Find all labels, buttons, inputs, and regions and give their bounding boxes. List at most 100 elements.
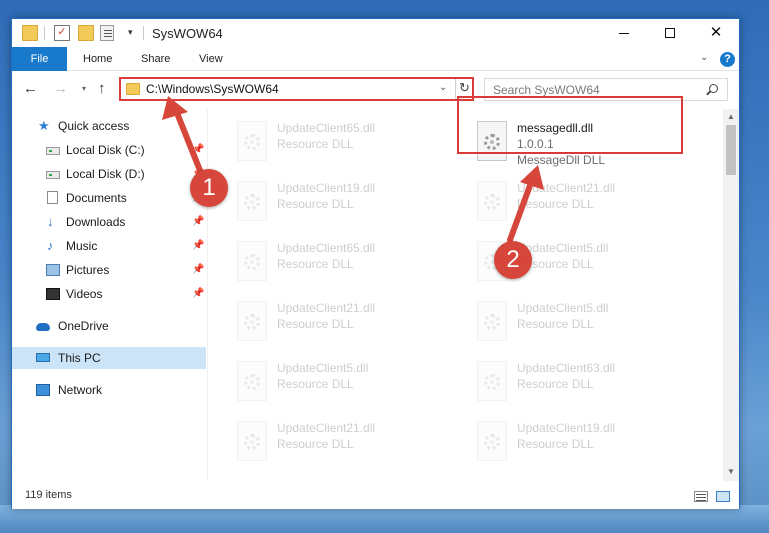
pin-icon[interactable]: 📌: [192, 139, 204, 161]
properties-check-icon[interactable]: ✓: [54, 25, 70, 41]
large-icons-view-icon[interactable]: [716, 491, 730, 502]
file-type: Resource DLL: [277, 137, 354, 151]
file-item[interactable]: UpdateClient63.dll Resource DLL: [469, 355, 699, 409]
sidebar-item-local-disk-d[interactable]: Local Disk (D:) 📌: [12, 163, 206, 185]
vertical-scrollbar[interactable]: ▲ ▼: [723, 109, 739, 481]
tab-share[interactable]: Share: [141, 47, 170, 71]
gear-icon: [484, 314, 500, 330]
properties-icon[interactable]: [100, 25, 114, 41]
sidebar-item-onedrive[interactable]: OneDrive: [12, 315, 206, 337]
address-bar[interactable]: C:\Windows\SysWOW64 ⌄ ↻: [119, 77, 474, 101]
sidebar-item-videos[interactable]: Videos 📌: [12, 283, 206, 305]
search-placeholder: Search SysWOW64: [493, 83, 600, 97]
maximize-icon: [665, 28, 675, 38]
scroll-down-icon[interactable]: ▼: [727, 467, 735, 476]
file-item[interactable]: UpdateClient5.dll Resource DLL: [469, 295, 699, 349]
dll-file-icon: [237, 181, 267, 221]
desktop-background: [0, 505, 769, 533]
callout-2: 2: [494, 241, 532, 279]
sidebar-item-label: Local Disk (C:): [66, 143, 145, 157]
divider: [143, 26, 144, 40]
recent-locations-icon[interactable]: ▾: [82, 84, 86, 93]
minimize-icon: [619, 33, 629, 34]
file-type: Resource DLL: [517, 197, 594, 211]
search-icon[interactable]: [709, 84, 718, 93]
address-dropdown-icon[interactable]: ⌄: [439, 82, 447, 93]
gear-icon: [244, 254, 260, 270]
file-item[interactable]: UpdateClient21.dll Resource DLL: [229, 295, 459, 349]
pin-icon[interactable]: 📌: [192, 235, 204, 257]
file-type: Resource DLL: [277, 437, 354, 451]
sidebar-item-label: Network: [58, 383, 103, 397]
forward-arrow-icon[interactable]: →: [53, 80, 68, 97]
gear-icon: [244, 134, 260, 150]
sidebar-item-pictures[interactable]: Pictures 📌: [12, 259, 206, 281]
file-item[interactable]: UpdateClient19.dll Resource DLL: [229, 175, 459, 229]
scroll-up-icon[interactable]: ▲: [727, 112, 735, 121]
file-name: UpdateClient21.dll: [517, 181, 616, 195]
sidebar-item-local-disk-c[interactable]: Local Disk (C:) 📌: [12, 139, 206, 161]
item-count: 119 items: [25, 489, 72, 501]
file-name: UpdateClient65.dll: [277, 121, 376, 135]
quick-access-dropdown-icon[interactable]: ▾: [128, 27, 133, 38]
sidebar-item-label: Quick access: [58, 119, 130, 133]
pin-icon[interactable]: 📌: [192, 283, 204, 305]
new-folder-icon[interactable]: [78, 25, 94, 41]
maximize-button[interactable]: [647, 19, 693, 47]
gear-icon: [244, 374, 260, 390]
file-name: UpdateClient19.dll: [277, 181, 376, 195]
documents-icon: [47, 191, 58, 204]
gear-icon: [244, 314, 260, 330]
sidebar-item-label: OneDrive: [58, 319, 109, 333]
sidebar-item-label: Music: [66, 239, 98, 253]
drive-icon: [46, 171, 60, 179]
file-item[interactable]: UpdateClient21.dll Resource DLL: [229, 415, 459, 469]
status-bar: 119 items: [12, 485, 739, 509]
file-name: UpdateClient63.dll: [517, 361, 616, 375]
pin-icon[interactable]: 📌: [192, 211, 204, 233]
file-item[interactable]: UpdateClient19.dll Resource DLL: [469, 415, 699, 469]
file-item[interactable]: UpdateClient5.dll Resource DLL: [229, 355, 459, 409]
tab-view[interactable]: View: [199, 47, 223, 71]
tab-home[interactable]: Home: [83, 47, 112, 71]
sidebar-item-documents[interactable]: Documents 📌: [12, 187, 206, 209]
file-item[interactable]: UpdateClient65.dll Resource DLL: [229, 115, 459, 169]
sidebar-item-label: Documents: [66, 191, 127, 205]
pin-icon[interactable]: 📌: [192, 259, 204, 281]
minimize-button[interactable]: [601, 19, 647, 47]
onedrive-icon: [36, 323, 50, 331]
drive-icon: [46, 147, 60, 155]
sidebar-item-downloads[interactable]: ↓ Downloads 📌: [12, 211, 206, 233]
sidebar-item-this-pc[interactable]: This PC: [12, 347, 206, 369]
sidebar-item-music[interactable]: ♪ Music 📌: [12, 235, 206, 257]
dll-file-icon: [237, 421, 267, 461]
videos-icon: [46, 288, 60, 300]
file-item[interactable]: UpdateClient21.dll Resource DLL: [469, 175, 699, 229]
address-path[interactable]: C:\Windows\SysWOW64: [146, 82, 279, 96]
gear-icon: [244, 434, 260, 450]
refresh-icon[interactable]: ↻: [459, 80, 470, 96]
folder-icon: [126, 83, 140, 95]
up-arrow-icon[interactable]: ↑: [98, 80, 106, 97]
file-list: UpdateClient65.dll Resource DLL messaged…: [209, 109, 723, 481]
help-icon[interactable]: ?: [720, 52, 735, 67]
sidebar-item-label: Videos: [66, 287, 103, 301]
file-description: MessageDll DLL: [517, 153, 606, 167]
details-view-icon[interactable]: [694, 491, 708, 502]
expand-ribbon-icon[interactable]: ⌄: [700, 52, 708, 63]
dll-file-icon: [237, 241, 267, 281]
file-item[interactable]: UpdateClient65.dll Resource DLL: [229, 235, 459, 289]
navigation-pane: ★ Quick access Local Disk (C:) 📌 Local D…: [12, 109, 208, 479]
dll-file-icon: [237, 361, 267, 401]
file-name: UpdateClient5.dll: [277, 361, 369, 375]
file-name: UpdateClient19.dll: [517, 421, 616, 435]
file-type: Resource DLL: [277, 377, 354, 391]
back-arrow-icon[interactable]: ←: [23, 80, 38, 97]
sidebar-item-network[interactable]: Network: [12, 379, 206, 401]
tab-file[interactable]: File: [12, 47, 67, 71]
close-button[interactable]: ✕: [693, 19, 739, 47]
sidebar-item-quick-access[interactable]: ★ Quick access: [12, 115, 206, 137]
scroll-thumb[interactable]: [726, 125, 736, 175]
sidebar-item-label: Local Disk (D:): [66, 167, 145, 181]
folder-icon: [22, 25, 38, 41]
